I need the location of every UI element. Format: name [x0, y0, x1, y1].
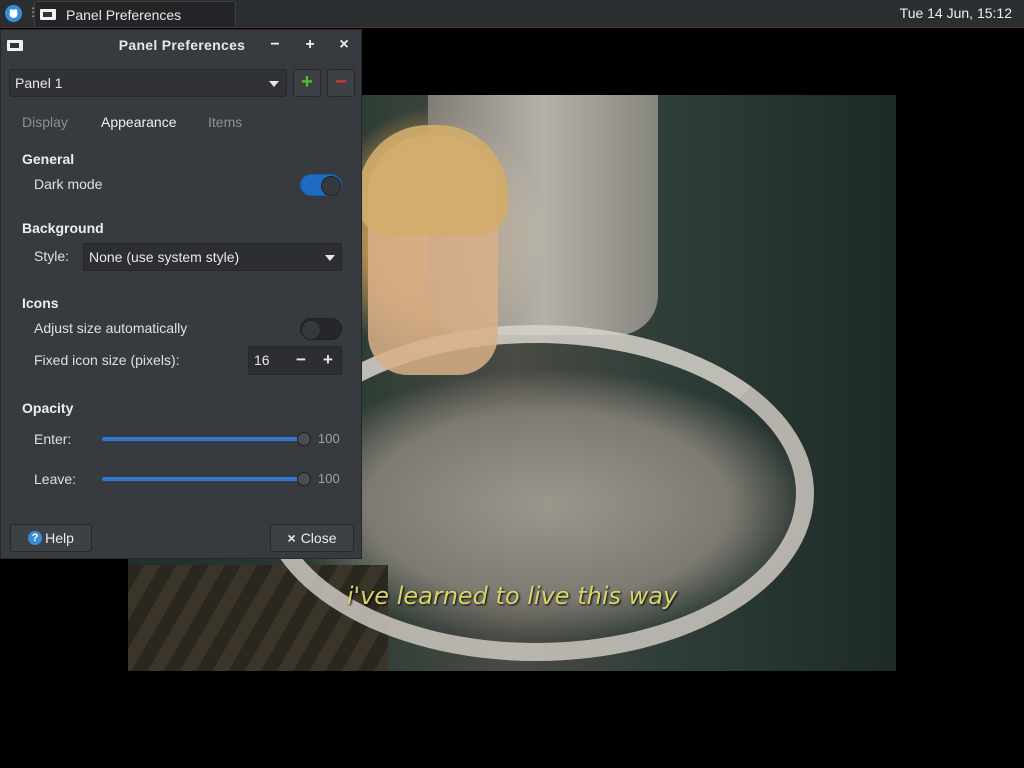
- task-button-panel-preferences[interactable]: Panel Preferences: [34, 1, 236, 28]
- slider-fill: [102, 477, 302, 481]
- panel-preferences-dialog: Panel Preferences − + × Panel 1 + − Disp…: [0, 29, 362, 559]
- slider-fill: [102, 437, 302, 441]
- close-icon: ×: [287, 530, 296, 546]
- background-style-value: None (use system style): [89, 249, 240, 265]
- leave-opacity-slider[interactable]: [102, 472, 311, 486]
- minimize-button[interactable]: −: [266, 36, 284, 54]
- increment-button[interactable]: +: [318, 349, 338, 371]
- enter-opacity-value: 100: [318, 431, 340, 446]
- chevron-down-icon: [269, 81, 279, 87]
- fixed-icon-size-value[interactable]: 16: [254, 352, 270, 368]
- decrement-button[interactable]: −: [291, 349, 311, 371]
- chevron-down-icon: [325, 255, 335, 261]
- style-label: Style:: [34, 248, 70, 264]
- dark-mode-switch[interactable]: [300, 174, 342, 196]
- tab-appearance[interactable]: Appearance: [101, 114, 177, 130]
- enter-opacity-slider[interactable]: [102, 432, 311, 446]
- panel-selector-row: Panel 1 + −: [9, 69, 355, 99]
- adjust-size-label: Adjust size automatically: [34, 320, 188, 336]
- add-panel-button[interactable]: +: [293, 69, 321, 97]
- video-subtitle: i've learned to live this way: [346, 582, 678, 610]
- enter-opacity-label: Enter:: [34, 431, 72, 447]
- tab-display[interactable]: Display: [22, 114, 68, 130]
- help-button-label: Help: [45, 530, 74, 546]
- tab-items[interactable]: Items: [208, 114, 242, 130]
- section-icons-heading: Icons: [22, 295, 59, 311]
- panel-select-value: Panel 1: [15, 75, 63, 91]
- fixed-icon-size-spinner[interactable]: 16 − +: [248, 346, 342, 375]
- slider-thumb[interactable]: [297, 432, 311, 446]
- dark-mode-label: Dark mode: [34, 176, 103, 192]
- adjust-size-switch[interactable]: [300, 318, 342, 340]
- panel-select[interactable]: Panel 1: [9, 69, 287, 97]
- close-button-label: Close: [300, 530, 337, 546]
- switch-knob: [301, 320, 321, 340]
- top-panel: ⋮ Panel Preferences Tue 14 Jun, 15:12: [0, 0, 1024, 28]
- window-icon: [40, 9, 56, 20]
- maximize-button[interactable]: +: [301, 36, 319, 54]
- leave-opacity-value: 100: [318, 471, 340, 486]
- remove-panel-button[interactable]: −: [327, 69, 355, 97]
- close-window-button[interactable]: ×: [335, 36, 353, 54]
- applications-menu-icon[interactable]: [5, 5, 22, 22]
- background-style-select[interactable]: None (use system style): [83, 243, 342, 271]
- switch-knob: [321, 176, 341, 196]
- slider-thumb[interactable]: [297, 472, 311, 486]
- section-background-heading: Background: [22, 220, 104, 236]
- help-button[interactable]: ? Help: [10, 524, 92, 552]
- section-general-heading: General: [22, 151, 75, 167]
- leave-opacity-label: Leave:: [34, 471, 77, 487]
- fixed-icon-size-label: Fixed icon size (pixels):: [34, 352, 180, 368]
- clock[interactable]: Tue 14 Jun, 15:12: [900, 5, 1012, 21]
- close-button[interactable]: × Close: [270, 524, 354, 552]
- help-icon: ?: [28, 531, 43, 545]
- task-button-label: Panel Preferences: [66, 6, 182, 23]
- section-opacity-heading: Opacity: [22, 400, 74, 416]
- dialog-titlebar[interactable]: Panel Preferences − + ×: [1, 30, 361, 61]
